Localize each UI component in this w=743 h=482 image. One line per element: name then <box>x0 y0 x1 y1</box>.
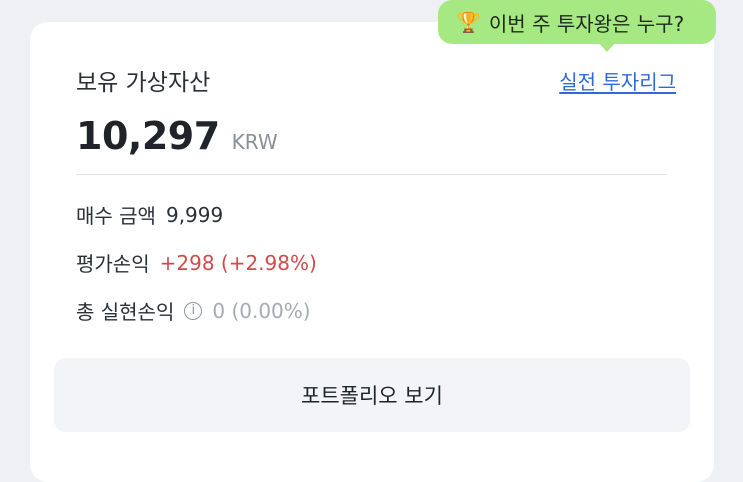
promo-tooltip[interactable]: 🏆 이번 주 투자왕은 누구? <box>438 0 716 44</box>
realized-pnl-label: 총 실현손익 <box>76 300 175 324</box>
buy-amount-row: 매수 금액 9,999 <box>76 200 223 229</box>
buy-amount-value: 9,999 <box>165 202 224 227</box>
tooltip-tail <box>598 42 616 52</box>
eval-pnl-value: +298 (+2.98%) <box>159 250 317 275</box>
balance-amount: 10,297 <box>76 114 220 158</box>
realized-pnl-row: 총 실현손익 i 0 (0.00%) <box>76 296 311 325</box>
league-link[interactable]: 실전 투자리그 <box>559 66 676 95</box>
buy-amount-label: 매수 금액 <box>76 204 156 228</box>
view-portfolio-button[interactable]: 포트폴리오 보기 <box>54 358 690 432</box>
balance-row: 10,297 KRW <box>76 114 278 158</box>
divider <box>76 174 667 175</box>
page-title: 보유 가상자산 <box>76 70 211 96</box>
trophy-icon: 🏆 <box>456 10 481 34</box>
eval-pnl-row: 평가손익 +298 (+2.98%) <box>76 248 317 277</box>
realized-pnl-value: 0 (0.00%) <box>212 298 311 323</box>
eval-pnl-label: 평가손익 <box>76 252 150 276</box>
balance-unit: KRW <box>231 130 278 154</box>
tooltip-text: 이번 주 투자왕은 누구? <box>488 11 685 36</box>
info-icon[interactable]: i <box>184 301 203 320</box>
